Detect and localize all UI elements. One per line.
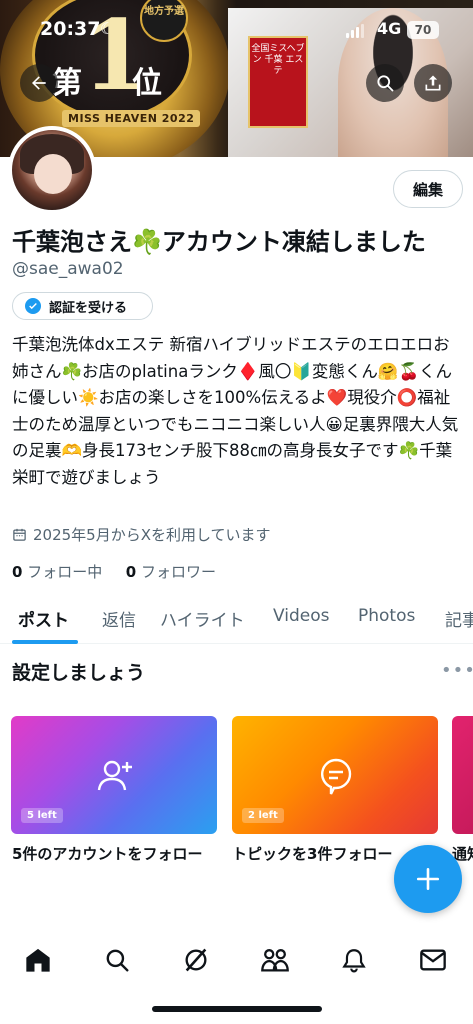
- join-date-text: 2025年5月からXを利用しています: [33, 526, 271, 544]
- medal-rank-right: 位: [132, 66, 162, 101]
- follow-topics-label: トピックを3件フォロー: [232, 845, 393, 863]
- signal-icon: [346, 24, 366, 38]
- medal-caption: MISS HEAVEN 2022: [62, 110, 201, 127]
- search-button[interactable]: [366, 64, 404, 102]
- followers-label: フォロワー: [141, 563, 217, 581]
- tab-photos[interactable]: Photos: [358, 606, 415, 626]
- following-label: フォロー中: [27, 563, 103, 581]
- messages-icon: [420, 949, 446, 971]
- battery-icon: 70: [407, 21, 439, 39]
- user-handle: @sae_awa02: [12, 259, 124, 279]
- grok-icon: [185, 948, 207, 972]
- search-icon: [106, 949, 129, 972]
- verified-badge-icon: [25, 298, 41, 314]
- search-icon: [377, 75, 394, 92]
- followers-link[interactable]: 0 フォロワー: [126, 563, 216, 581]
- compose-button[interactable]: [394, 845, 462, 913]
- back-button[interactable]: [20, 64, 58, 102]
- home-indicator: [152, 1006, 322, 1012]
- tab-articles[interactable]: 記事: [445, 606, 473, 631]
- share-icon: [425, 75, 441, 91]
- nav-notifications[interactable]: [334, 938, 374, 982]
- add-person-icon: [97, 760, 132, 791]
- profile-avatar[interactable]: [8, 126, 96, 214]
- following-link[interactable]: 0 フォロー中: [12, 563, 102, 581]
- status-time: 20:37: [40, 18, 101, 40]
- tab-highlights[interactable]: ハイライト: [160, 606, 245, 631]
- setup-title: 設定しましょう: [12, 662, 146, 684]
- more-options-button[interactable]: •••: [441, 660, 473, 681]
- remaining-badge: 5 left: [21, 808, 63, 823]
- topic-icon: [321, 758, 352, 795]
- communities-icon: [261, 949, 289, 972]
- remaining-badge: 2 left: [242, 808, 284, 823]
- notifications-card[interactable]: [452, 716, 473, 834]
- nav-communities[interactable]: [255, 938, 295, 982]
- get-verified-label: 認証を受ける: [49, 300, 128, 316]
- follow-accounts-card[interactable]: 5 left: [11, 716, 217, 834]
- follow-accounts-label: 5件のアカウントをフォロー: [12, 845, 203, 863]
- plus-icon: [416, 867, 440, 891]
- status-bar: 20:37 ☾ 4G 70: [0, 0, 473, 54]
- following-count: 0: [12, 563, 23, 581]
- nav-home[interactable]: [18, 938, 58, 982]
- calendar-icon: [13, 528, 26, 541]
- profile-bio: 千葉泡洗体dxエステ 新宿ハイブリッドエステのエロエロお姉さん☘️お店のplat…: [12, 335, 459, 487]
- home-icon: [26, 948, 50, 972]
- active-tab-indicator: [12, 640, 78, 644]
- follow-topics-card[interactable]: 2 left: [232, 716, 438, 834]
- followers-count: 0: [125, 563, 137, 581]
- do-not-disturb-icon: ☾: [100, 19, 115, 38]
- network-type: 4G: [377, 19, 402, 38]
- share-button[interactable]: [414, 64, 452, 102]
- tab-replies[interactable]: 返信: [102, 606, 136, 631]
- tab-posts[interactable]: ポスト: [18, 606, 69, 631]
- notifications-icon: [342, 949, 366, 973]
- follow-stats: 0 フォロー中 0 フォロワー: [12, 561, 216, 582]
- join-date: 2025年5月からXを利用しています: [12, 524, 271, 545]
- nav-grok[interactable]: [176, 938, 216, 982]
- tab-videos[interactable]: Videos: [273, 606, 330, 626]
- get-verified-button[interactable]: 認証を受ける: [12, 292, 153, 320]
- arrow-left-icon: [32, 76, 46, 90]
- display-name: 千葉泡さえ☘️アカウント凍結しました: [12, 228, 426, 256]
- edit-profile-button[interactable]: 編集: [393, 170, 463, 208]
- nav-search[interactable]: [97, 938, 137, 982]
- nav-messages[interactable]: [413, 938, 453, 982]
- profile-tabs: ポスト 返信 ハイライト Videos Photos 記事: [0, 594, 473, 644]
